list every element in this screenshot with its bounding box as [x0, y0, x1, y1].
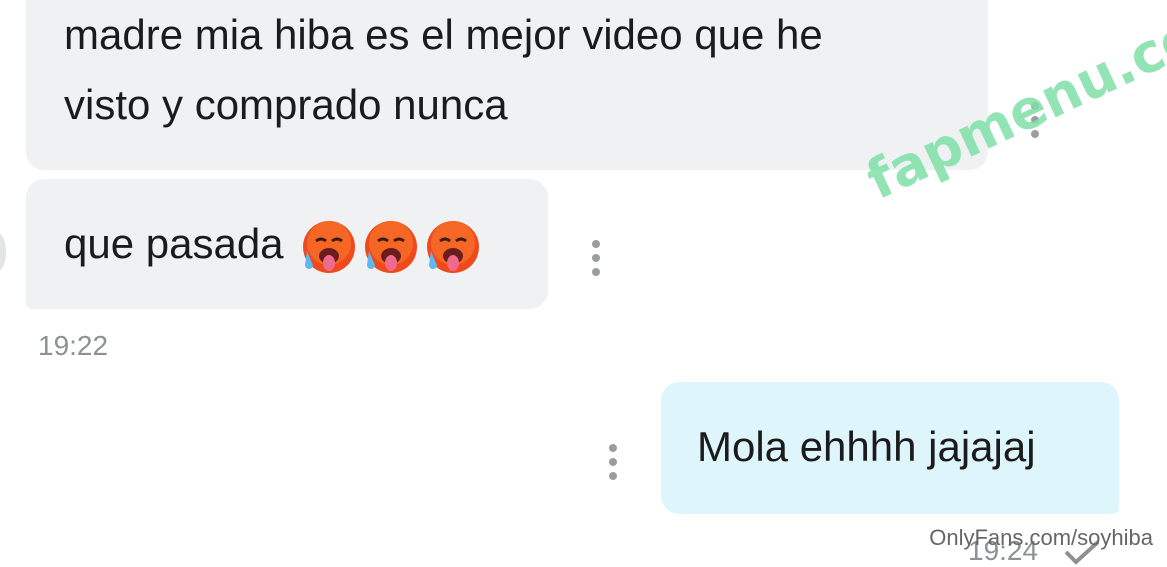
hot-face-emoji-icon [365, 220, 418, 273]
more-options-icon[interactable] [590, 238, 602, 278]
message-bubble-incoming-1[interactable]: madre mia hiba es el mejor video que he … [26, 0, 988, 170]
credit-watermark: OnlyFans.com/soyhiba [929, 525, 1153, 550]
message-timestamp: 19:22 [38, 330, 109, 361]
message-text: Mola ehhhh jajajaj [697, 423, 1036, 470]
message-text: que pasada [64, 209, 481, 279]
message-bubble-outgoing[interactable]: Mola ehhhh jajajaj [661, 382, 1119, 514]
avatar-edge [0, 234, 6, 270]
more-options-icon[interactable] [607, 442, 619, 482]
message-text: madre mia hiba es el mejor video que he … [64, 11, 823, 128]
hot-face-emoji-icon [303, 220, 356, 273]
hot-face-emoji-icon [427, 220, 480, 273]
message-bubble-incoming-2[interactable]: que pasada [26, 179, 548, 309]
brand-watermark: fapmenu.com [868, 20, 1167, 212]
brand-watermark-icon: fapmenu.com [868, 20, 1167, 212]
